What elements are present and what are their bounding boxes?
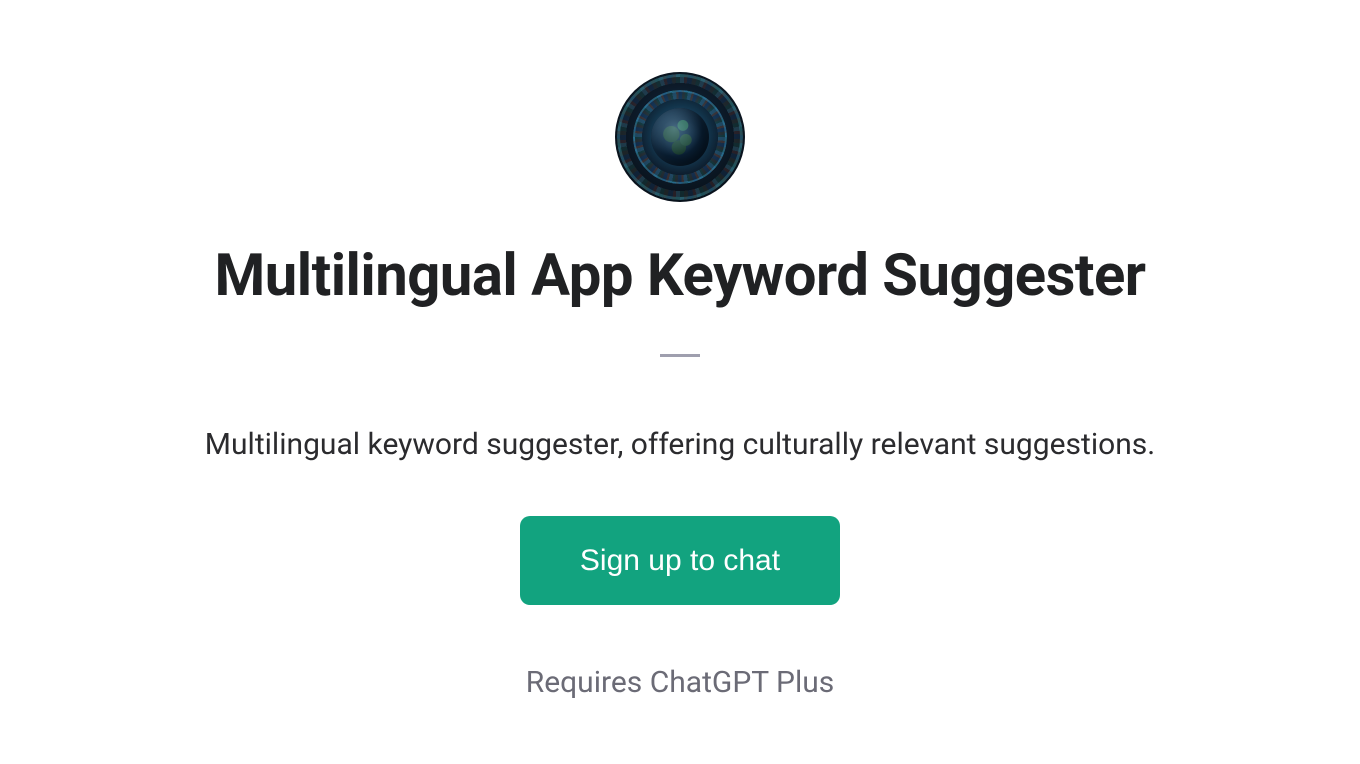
app-avatar [615, 72, 745, 202]
title-divider [660, 354, 700, 357]
requirement-note: Requires ChatGPT Plus [526, 665, 835, 700]
page-container: Multilingual App Keyword Suggester Multi… [0, 0, 1360, 764]
signup-button[interactable]: Sign up to chat [520, 516, 840, 605]
page-title: Multilingual App Keyword Suggester [214, 242, 1145, 310]
globe-icon [651, 108, 709, 166]
page-description: Multilingual keyword suggester, offering… [205, 427, 1155, 462]
